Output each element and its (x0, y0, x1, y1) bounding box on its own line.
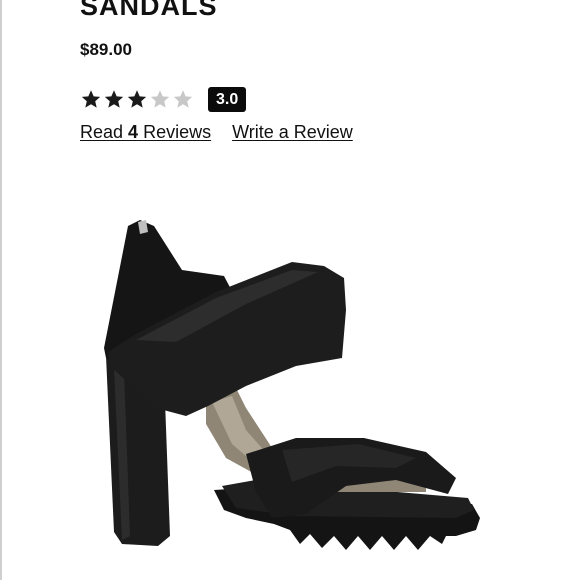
review-links: Read 4 Reviews Write a Review (80, 121, 353, 143)
star-icon-3 (127, 90, 147, 108)
write-review-link[interactable]: Write a Review (232, 121, 353, 143)
rating-row: 3.0 (80, 86, 247, 112)
read-reviews-link[interactable]: Read 4 Reviews (80, 121, 211, 143)
rating-score-badge: 3.0 (208, 86, 247, 112)
star-icon-1 (81, 90, 101, 108)
product-image[interactable] (96, 218, 486, 558)
read-reviews-suffix: Reviews (138, 122, 212, 142)
product-title: SANDALS (80, 0, 218, 21)
star-icon-2 (104, 90, 124, 108)
star-rating (80, 88, 194, 110)
star-icon-4 (150, 90, 170, 108)
product-price: $89.00 (80, 40, 132, 59)
page-left-border (0, 0, 2, 580)
review-count: 4 (128, 122, 139, 142)
read-reviews-prefix: Read (80, 122, 129, 142)
star-icon-5 (173, 90, 193, 108)
